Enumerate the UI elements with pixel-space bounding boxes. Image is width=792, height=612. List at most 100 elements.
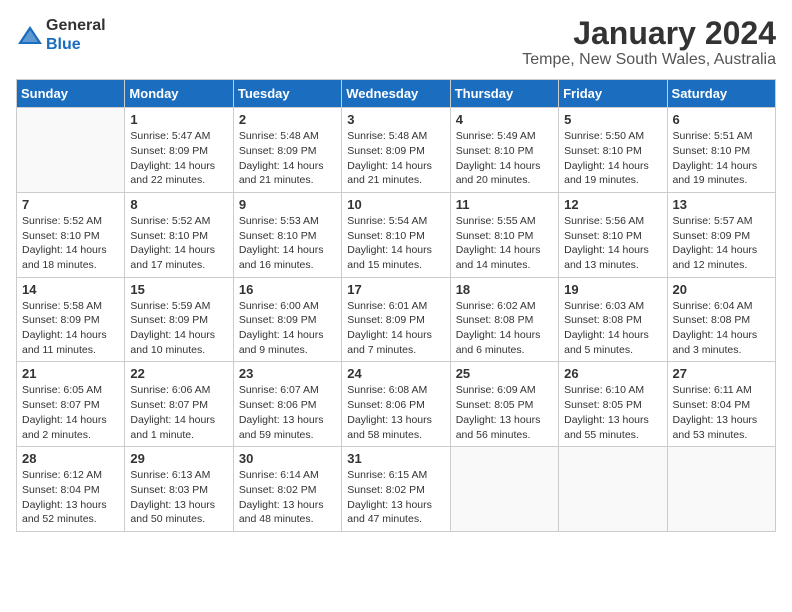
table-row: 26Sunrise: 6:10 AM Sunset: 8:05 PM Dayli… [559, 362, 667, 447]
calendar-week-row: 21Sunrise: 6:05 AM Sunset: 8:07 PM Dayli… [17, 362, 776, 447]
day-info: Sunrise: 5:50 AM Sunset: 8:10 PM Dayligh… [564, 129, 661, 188]
table-row: 10 Sunrise: 5:54 AM Sunset: 8:10 PM Dayli… [342, 192, 450, 277]
table-row: 1 Sunrise: 5:47 AM Sunset: 8:09 PM Daylig… [125, 108, 233, 193]
table-row: 21Sunrise: 6:05 AM Sunset: 8:07 PM Dayli… [17, 362, 125, 447]
calendar-header-row: Sunday Monday Tuesday Wednesday Thursday… [17, 80, 776, 108]
day-info: Sunrise: 5:48 AM Sunset: 8:09 PM Dayligh… [239, 129, 336, 188]
calendar-week-row: 14 Sunrise: 5:58 AM Sunset: 8:09 PM Dayli… [17, 277, 776, 362]
day-number: 24 [347, 366, 444, 381]
table-row: 13 Sunrise: 5:57 AM Sunset: 8:09 PM Dayli… [667, 192, 775, 277]
table-row [667, 447, 775, 532]
day-number: 10 [347, 197, 444, 212]
day-info: Sunrise: 5:58 AM Sunset: 8:09 PM Dayligh… [22, 299, 119, 358]
day-number: 11 [456, 197, 553, 212]
day-number: 22 [130, 366, 227, 381]
table-row: 14 Sunrise: 5:58 AM Sunset: 8:09 PM Dayli… [17, 277, 125, 362]
header-saturday: Saturday [667, 80, 775, 108]
day-number: 23 [239, 366, 336, 381]
day-number: 16 [239, 282, 336, 297]
calendar-week-row: 7 Sunrise: 5:52 AM Sunset: 8:10 PM Daylig… [17, 192, 776, 277]
day-number: 27 [673, 366, 770, 381]
page-title: January 2024 [522, 16, 776, 51]
table-row: 7 Sunrise: 5:52 AM Sunset: 8:10 PM Daylig… [17, 192, 125, 277]
day-info: Sunrise: 5:52 AM Sunset: 8:10 PM Dayligh… [22, 214, 119, 273]
table-row: 29 Sunrise: 6:13 AM Sunset: 8:03 PM Dayli… [125, 447, 233, 532]
day-info: Sunrise: 6:12 AM Sunset: 8:04 PM Dayligh… [22, 468, 119, 527]
table-row: 20Sunrise: 6:04 AM Sunset: 8:08 PM Dayli… [667, 277, 775, 362]
header-tuesday: Tuesday [233, 80, 341, 108]
day-info: Sunrise: 5:56 AM Sunset: 8:10 PM Dayligh… [564, 214, 661, 273]
day-number: 28 [22, 451, 119, 466]
day-info: Sunrise: 5:57 AM Sunset: 8:09 PM Dayligh… [673, 214, 770, 273]
day-number: 13 [673, 197, 770, 212]
day-number: 12 [564, 197, 661, 212]
day-info: Sunrise: 5:51 AM Sunset: 8:10 PM Dayligh… [673, 129, 770, 188]
calendar-week-row: 28 Sunrise: 6:12 AM Sunset: 8:04 PM Dayli… [17, 447, 776, 532]
day-number: 17 [347, 282, 444, 297]
logo-general-text: General [46, 16, 106, 35]
logo-blue-text: Blue [46, 35, 106, 54]
calendar-table: Sunday Monday Tuesday Wednesday Thursday… [16, 79, 776, 532]
day-number: 26 [564, 366, 661, 381]
day-info: Sunrise: 5:47 AM Sunset: 8:09 PM Dayligh… [130, 129, 227, 188]
header-monday: Monday [125, 80, 233, 108]
day-number: 9 [239, 197, 336, 212]
day-info: Sunrise: 6:01 AM Sunset: 8:09 PM Dayligh… [347, 299, 444, 358]
day-info: Sunrise: 6:09 AM Sunset: 8:05 PM Dayligh… [456, 383, 553, 442]
day-info: Sunrise: 5:54 AM Sunset: 8:10 PM Dayligh… [347, 214, 444, 273]
header-sunday: Sunday [17, 80, 125, 108]
title-block: January 2024 Tempe, New South Wales, Aus… [522, 16, 776, 69]
table-row: 6Sunrise: 5:51 AM Sunset: 8:10 PM Daylig… [667, 108, 775, 193]
day-info: Sunrise: 6:14 AM Sunset: 8:02 PM Dayligh… [239, 468, 336, 527]
day-info: Sunrise: 5:48 AM Sunset: 8:09 PM Dayligh… [347, 129, 444, 188]
logo: General Blue [16, 16, 106, 54]
table-row [17, 108, 125, 193]
day-number: 7 [22, 197, 119, 212]
day-info: Sunrise: 6:06 AM Sunset: 8:07 PM Dayligh… [130, 383, 227, 442]
table-row: 5Sunrise: 5:50 AM Sunset: 8:10 PM Daylig… [559, 108, 667, 193]
day-number: 31 [347, 451, 444, 466]
table-row: 12 Sunrise: 5:56 AM Sunset: 8:10 PM Dayli… [559, 192, 667, 277]
table-row: 18Sunrise: 6:02 AM Sunset: 8:08 PM Dayli… [450, 277, 558, 362]
day-info: Sunrise: 5:49 AM Sunset: 8:10 PM Dayligh… [456, 129, 553, 188]
day-info: Sunrise: 5:53 AM Sunset: 8:10 PM Dayligh… [239, 214, 336, 273]
table-row: 8Sunrise: 5:52 AM Sunset: 8:10 PM Daylig… [125, 192, 233, 277]
table-row: 2Sunrise: 5:48 AM Sunset: 8:09 PM Daylig… [233, 108, 341, 193]
day-info: Sunrise: 5:52 AM Sunset: 8:10 PM Dayligh… [130, 214, 227, 273]
day-info: Sunrise: 6:13 AM Sunset: 8:03 PM Dayligh… [130, 468, 227, 527]
table-row: 3 Sunrise: 5:48 AM Sunset: 8:09 PM Daylig… [342, 108, 450, 193]
day-number: 15 [130, 282, 227, 297]
page-subtitle: Tempe, New South Wales, Australia [522, 51, 776, 69]
table-row: 9 Sunrise: 5:53 AM Sunset: 8:10 PM Daylig… [233, 192, 341, 277]
day-number: 30 [239, 451, 336, 466]
table-row: 24Sunrise: 6:08 AM Sunset: 8:06 PM Dayli… [342, 362, 450, 447]
day-info: Sunrise: 6:15 AM Sunset: 8:02 PM Dayligh… [347, 468, 444, 527]
table-row [559, 447, 667, 532]
day-number: 14 [22, 282, 119, 297]
day-number: 3 [347, 112, 444, 127]
table-row: 30 Sunrise: 6:14 AM Sunset: 8:02 PM Dayli… [233, 447, 341, 532]
day-number: 1 [130, 112, 227, 127]
table-row: 4 Sunrise: 5:49 AM Sunset: 8:10 PM Daylig… [450, 108, 558, 193]
day-number: 29 [130, 451, 227, 466]
calendar-week-row: 1 Sunrise: 5:47 AM Sunset: 8:09 PM Daylig… [17, 108, 776, 193]
day-number: 20 [673, 282, 770, 297]
day-info: Sunrise: 6:03 AM Sunset: 8:08 PM Dayligh… [564, 299, 661, 358]
header-thursday: Thursday [450, 80, 558, 108]
day-number: 18 [456, 282, 553, 297]
day-number: 19 [564, 282, 661, 297]
table-row: 25Sunrise: 6:09 AM Sunset: 8:05 PM Dayli… [450, 362, 558, 447]
table-row: 16Sunrise: 6:00 AM Sunset: 8:09 PM Dayli… [233, 277, 341, 362]
page-header: General Blue January 2024 Tempe, New Sou… [16, 16, 776, 69]
header-friday: Friday [559, 80, 667, 108]
table-row: 11Sunrise: 5:55 AM Sunset: 8:10 PM Dayli… [450, 192, 558, 277]
table-row: 19 Sunrise: 6:03 AM Sunset: 8:08 PM Dayli… [559, 277, 667, 362]
table-row: 22 Sunrise: 6:06 AM Sunset: 8:07 PM Dayli… [125, 362, 233, 447]
table-row: 15 Sunrise: 5:59 AM Sunset: 8:09 PM Dayli… [125, 277, 233, 362]
day-info: Sunrise: 6:11 AM Sunset: 8:04 PM Dayligh… [673, 383, 770, 442]
day-info: Sunrise: 6:05 AM Sunset: 8:07 PM Dayligh… [22, 383, 119, 442]
day-number: 4 [456, 112, 553, 127]
day-info: Sunrise: 5:59 AM Sunset: 8:09 PM Dayligh… [130, 299, 227, 358]
table-row: 27 Sunrise: 6:11 AM Sunset: 8:04 PM Dayli… [667, 362, 775, 447]
table-row: 28 Sunrise: 6:12 AM Sunset: 8:04 PM Dayli… [17, 447, 125, 532]
